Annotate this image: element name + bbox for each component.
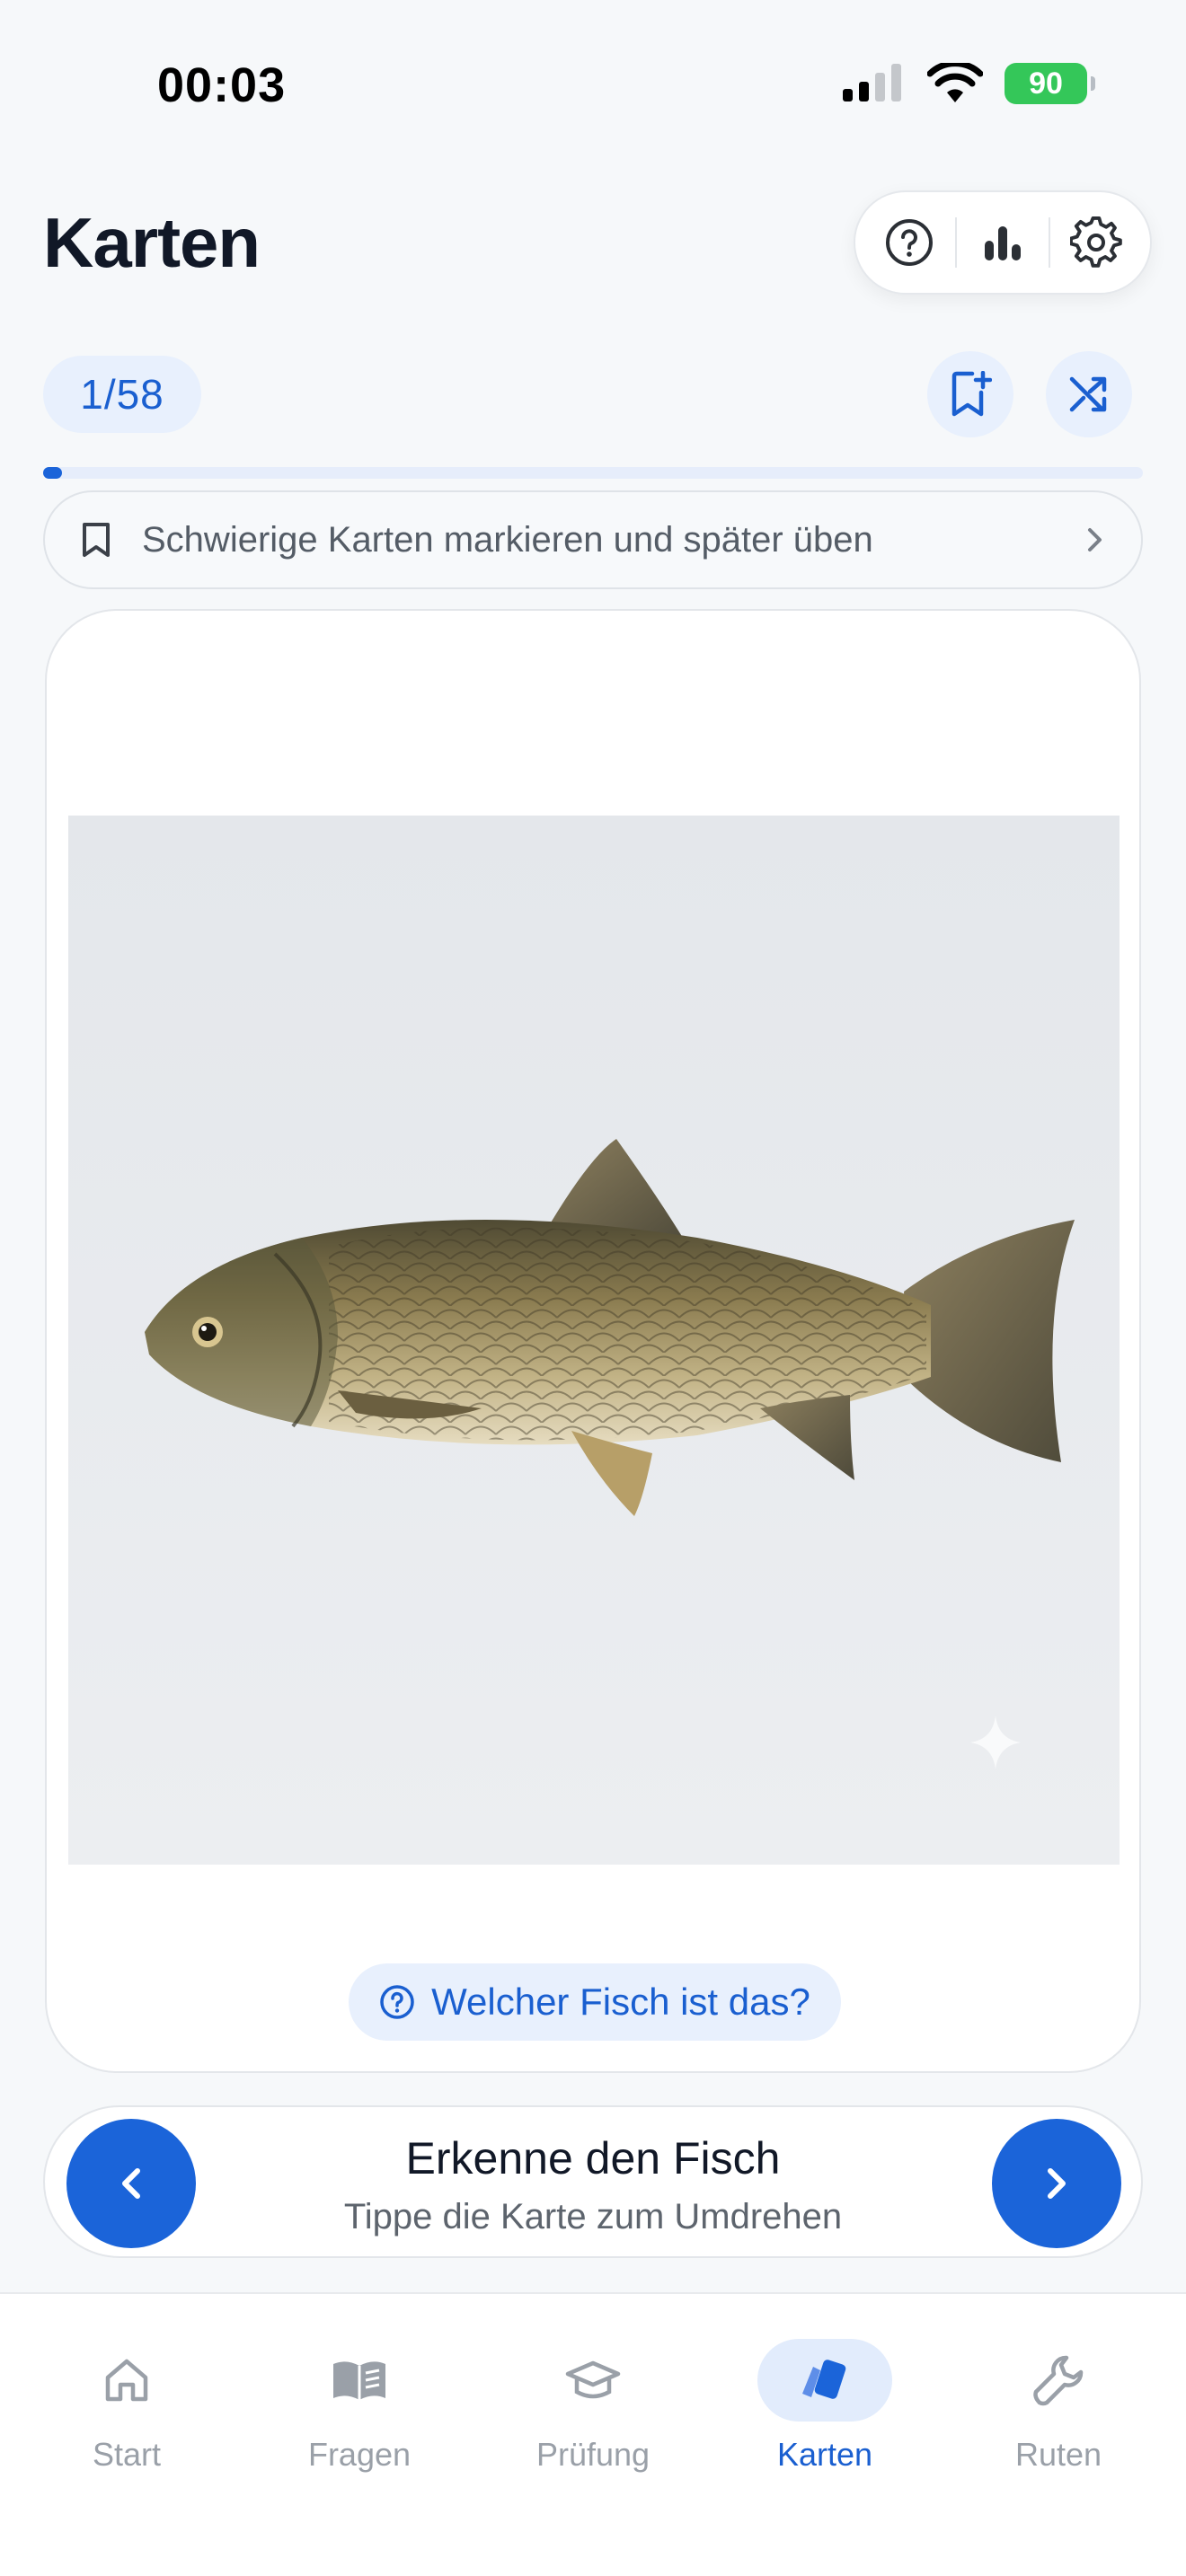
bookmark-add-button[interactable]: [927, 351, 1013, 437]
tab-label: Prüfung: [535, 2436, 651, 2473]
help-button[interactable]: [872, 205, 947, 280]
question-text: Welcher Fisch ist das?: [431, 1981, 810, 2023]
bookmark-icon: [83, 523, 110, 557]
bookmark-hint[interactable]: Schwierige Karten markieren und später ü…: [43, 490, 1143, 589]
stats-icon: [984, 226, 1021, 260]
chevron-right-icon: [1048, 2168, 1066, 2199]
bookmark-add-icon: [951, 371, 992, 417]
tab-bar: Start Fragen Prüfung Karten Ruten: [0, 2292, 1186, 2576]
question-icon: [380, 1985, 414, 2019]
card-navigation: Erkenne den Fisch Tippe die Karte zum Um…: [43, 2105, 1143, 2258]
progress-bar: [43, 467, 1143, 479]
settings-icon: [1069, 216, 1122, 268]
question-badge: Welcher Fisch ist das?: [349, 1963, 841, 2041]
status-icons: 90: [843, 63, 1095, 104]
card-counter: 1/58: [43, 356, 201, 433]
battery-indicator: 90: [1005, 63, 1095, 104]
flashcard[interactable]: Welcher Fisch ist das?: [45, 609, 1141, 2073]
tab-start[interactable]: Start: [37, 2335, 217, 2474]
tab-ruten[interactable]: Ruten: [969, 2335, 1148, 2474]
graduation-cap-icon: [565, 2360, 621, 2399]
tab-label: Karten: [776, 2436, 873, 2473]
tab-karten[interactable]: Karten: [735, 2335, 915, 2474]
shuffle-button[interactable]: [1046, 351, 1132, 437]
tab-label: Fragen: [307, 2436, 412, 2473]
nav-subtitle: Tippe die Karte zum Umdrehen: [343, 2197, 843, 2236]
tab-pruefung[interactable]: Prüfung: [503, 2335, 683, 2474]
wifi-icon: [927, 63, 983, 102]
shuffle-icon: [1069, 376, 1107, 412]
status-time: 00:03: [157, 58, 287, 112]
stats-button[interactable]: [965, 205, 1040, 280]
home-icon: [105, 2359, 148, 2402]
next-card-button[interactable]: [992, 2119, 1121, 2248]
hint-text: Schwierige Karten markieren und später ü…: [142, 519, 873, 560]
status-bar: 00:03 90: [0, 0, 1186, 171]
tab-label: Ruten: [1014, 2436, 1102, 2473]
tab-fragen[interactable]: Fragen: [270, 2335, 449, 2474]
wrench-icon: [1033, 2355, 1084, 2406]
nav-title: Erkenne den Fisch: [405, 2133, 781, 2183]
battery-level: 90: [1029, 66, 1063, 101]
cards-icon: [802, 2360, 846, 2399]
header-divider: [1048, 217, 1050, 268]
page-title: Karten: [43, 203, 261, 282]
tab-label: Start: [92, 2436, 162, 2473]
progress-fill: [43, 467, 63, 479]
active-tab-indicator: [757, 2339, 892, 2422]
fish-image: [68, 816, 1120, 1865]
header-divider: [955, 217, 958, 268]
fish-illustration: [145, 1139, 1075, 1769]
help-icon: [886, 219, 934, 266]
book-icon: [333, 2361, 385, 2400]
settings-button[interactable]: [1058, 205, 1134, 280]
chevron-right-icon: [1088, 528, 1102, 551]
cellular-signal-icon: [843, 64, 901, 101]
header-actions: [854, 190, 1152, 295]
